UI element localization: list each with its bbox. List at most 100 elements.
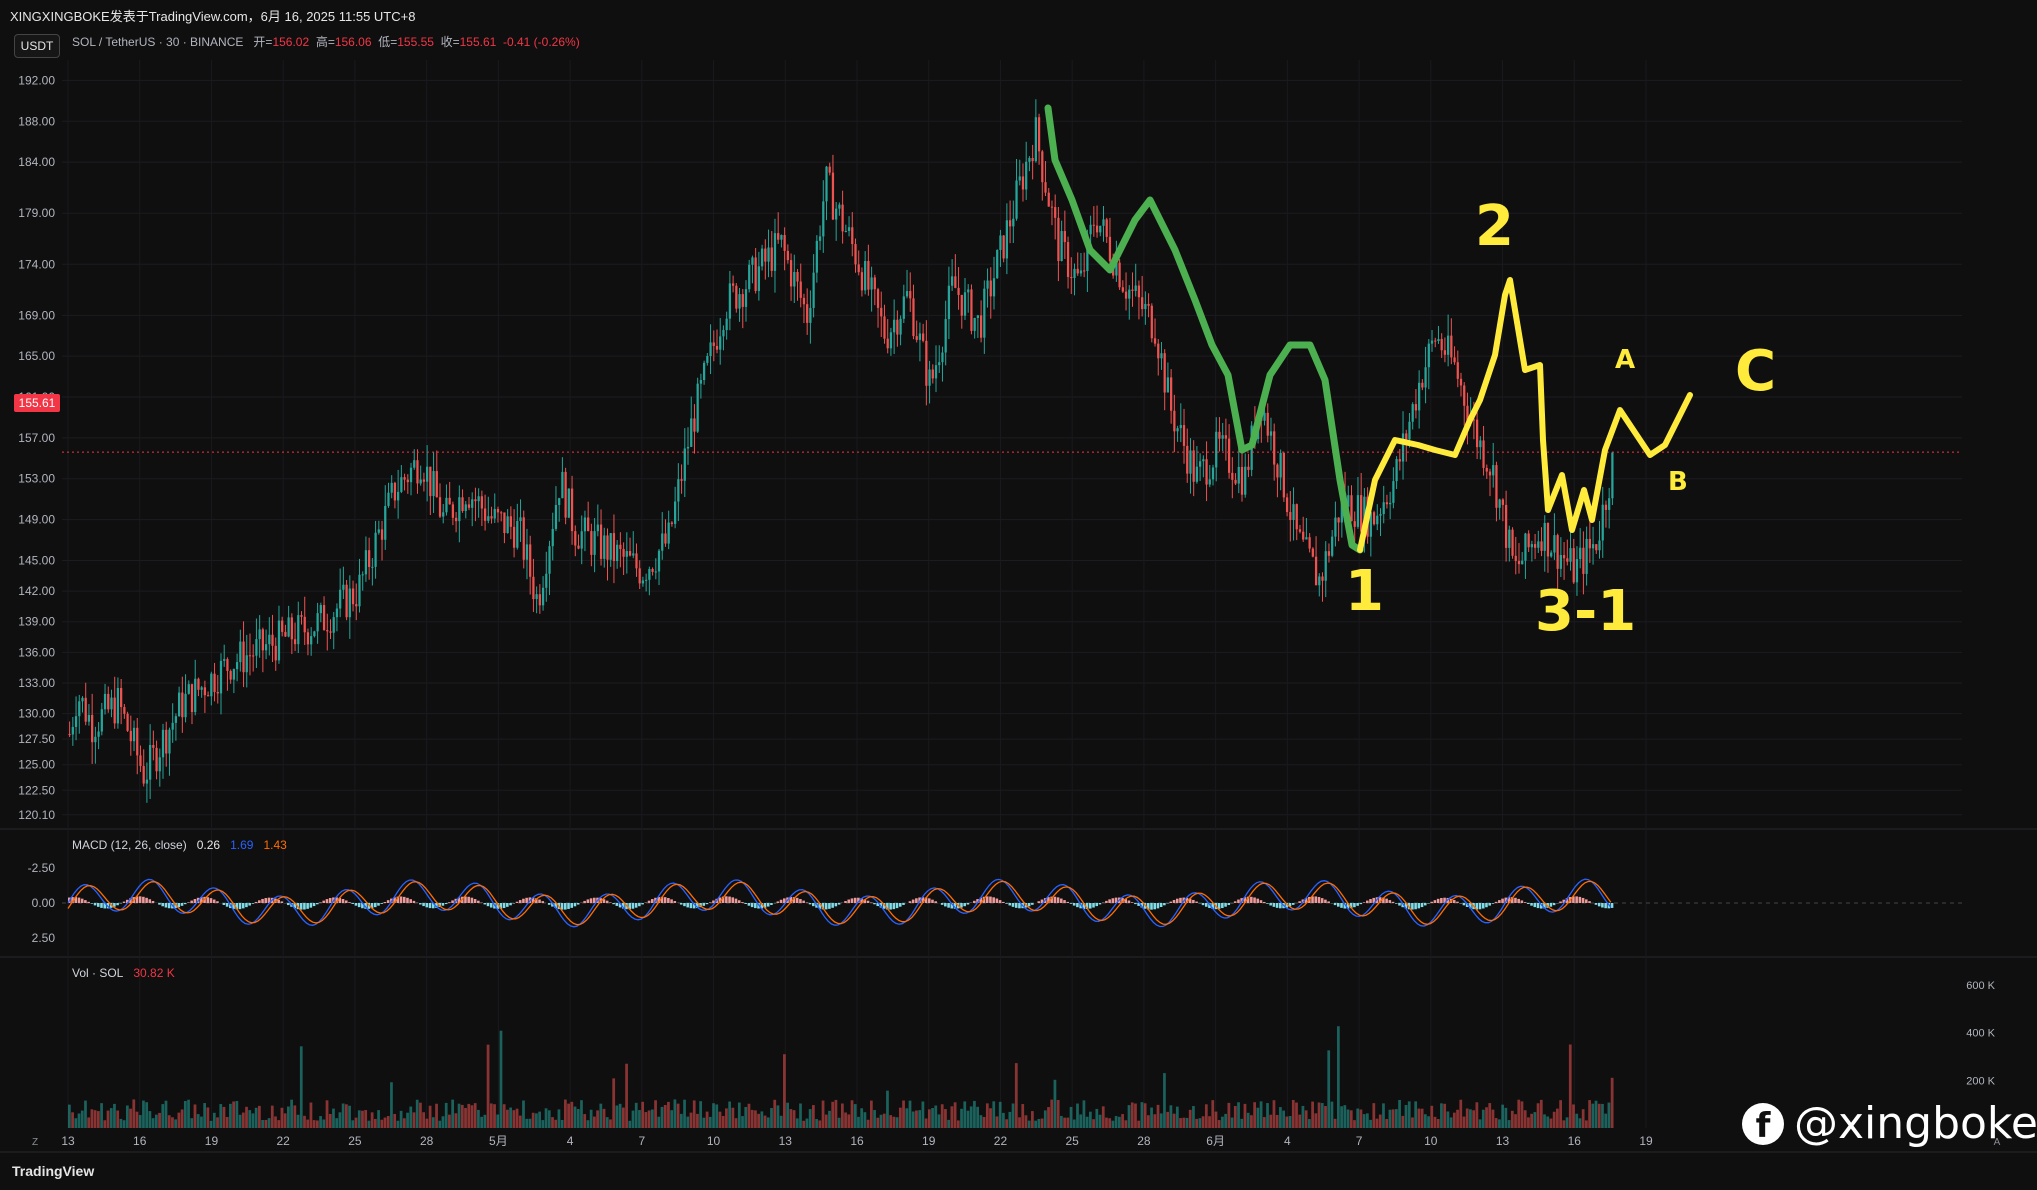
- macd-histogram-bar: [605, 900, 609, 903]
- candle-body: [970, 289, 973, 331]
- macd-histogram-bar: [683, 903, 686, 907]
- volume-bar: [1420, 1108, 1424, 1128]
- candle-body: [1076, 268, 1079, 274]
- candle-body: [1095, 225, 1099, 233]
- volume-bar: [283, 1113, 287, 1128]
- volume-bar: [763, 1115, 767, 1128]
- macd-histogram-bar: [80, 898, 84, 903]
- volume-bar: [148, 1111, 152, 1128]
- volume-bar: [773, 1099, 777, 1128]
- macd-histogram-bar: [708, 902, 712, 903]
- candle-body: [1218, 431, 1221, 439]
- candle-body: [416, 460, 419, 484]
- candle-body: [551, 528, 554, 547]
- volume-bar: [1520, 1101, 1524, 1128]
- candle-body: [777, 233, 780, 240]
- volume-bar: [531, 1112, 535, 1128]
- candle-body: [355, 604, 358, 607]
- candle-body: [712, 342, 715, 347]
- macd-histogram-bar: [254, 901, 258, 903]
- macd-histogram-bar: [1585, 899, 1588, 903]
- candle-body: [142, 766, 145, 784]
- volume-bar: [1076, 1103, 1079, 1128]
- candle-body: [616, 544, 619, 562]
- macd-histogram-bar: [1037, 901, 1041, 903]
- candle-body: [1266, 412, 1269, 436]
- volume-bar: [863, 1112, 867, 1128]
- volume-bar: [1337, 1026, 1340, 1128]
- price-axis-tick: 127.50: [18, 732, 55, 746]
- volume-legend: Vol · SOL 30.82 K: [72, 966, 175, 980]
- macd-histogram-bar: [1494, 901, 1498, 903]
- time-axis-tick: 25: [1066, 1134, 1080, 1148]
- macd-histogram-bar: [190, 900, 193, 903]
- candle-body: [1121, 287, 1124, 292]
- volume-bar: [973, 1100, 976, 1128]
- volume-bar: [409, 1106, 413, 1128]
- volume-bar: [911, 1111, 915, 1128]
- candle-body: [509, 516, 512, 527]
- candle-body: [1012, 218, 1015, 227]
- time-axis-tick: 13: [1496, 1134, 1510, 1148]
- volume-bar: [1523, 1110, 1527, 1128]
- volume-bar: [592, 1116, 596, 1128]
- macd-histogram-bar: [1253, 897, 1256, 903]
- macd-histogram-bar: [795, 897, 799, 903]
- volume-bar: [689, 1112, 693, 1128]
- candle-body: [561, 471, 564, 499]
- candle-body: [1372, 512, 1376, 525]
- volume-label[interactable]: Vol · SOL: [72, 966, 123, 980]
- candle-body: [963, 292, 967, 316]
- candle-body: [835, 208, 838, 220]
- volume-bar: [644, 1112, 648, 1128]
- candle-body: [419, 479, 422, 484]
- macd-histogram-bar: [1272, 903, 1276, 907]
- candle-body: [1533, 544, 1537, 548]
- macd-histogram-bar: [1256, 898, 1260, 903]
- volume-bar: [1240, 1118, 1244, 1128]
- candle-body: [84, 697, 87, 722]
- macd-label[interactable]: MACD (12, 26, close): [72, 838, 187, 852]
- tradingview-logo[interactable]: TradingView: [12, 1163, 94, 1179]
- volume-bar: [1237, 1102, 1240, 1128]
- volume-bar: [506, 1109, 509, 1128]
- volume-bar: [1227, 1102, 1231, 1128]
- volume-bar: [989, 1108, 992, 1128]
- macd-histogram-bar: [908, 901, 912, 903]
- candle-body: [789, 260, 793, 287]
- macd-histogram-bar: [100, 903, 103, 908]
- macd-histogram-bar: [1269, 903, 1272, 906]
- volume-bar: [1269, 1114, 1273, 1128]
- candle-body: [1276, 464, 1279, 478]
- volume-bar: [1604, 1113, 1608, 1128]
- volume-bar: [477, 1109, 480, 1128]
- price-axis-tick: 184.00: [18, 155, 55, 169]
- candle-body: [1543, 522, 1546, 551]
- macd-axis-tick: -2.50: [28, 861, 56, 875]
- volume-bar: [544, 1108, 548, 1128]
- candle-body: [454, 517, 458, 522]
- candle-body: [1376, 515, 1379, 525]
- volume-bar: [1111, 1120, 1115, 1128]
- macd-histogram-bar: [1250, 896, 1253, 903]
- macd-histogram-bar: [1066, 901, 1070, 903]
- volume-bar: [235, 1100, 239, 1128]
- volume-bar: [1172, 1113, 1176, 1128]
- price-chart-canvas[interactable]: 192.00 188.00 184.00 179.00 174.00 169.00 165.…: [0, 0, 2037, 1190]
- candle-body: [1089, 224, 1092, 235]
- candle-body: [635, 553, 638, 569]
- candle-body: [281, 620, 284, 632]
- volume-bar: [1050, 1099, 1054, 1128]
- volume-bar: [1452, 1112, 1456, 1128]
- candle-body: [754, 257, 757, 291]
- volume-bar: [1588, 1100, 1591, 1128]
- macd-histogram-bar: [573, 903, 577, 907]
- time-axis-tick: 4: [1284, 1134, 1291, 1148]
- candle-body: [1295, 504, 1298, 530]
- volume-bar: [1475, 1102, 1479, 1128]
- candle-body: [1005, 220, 1009, 259]
- macd-histogram-bar: [744, 903, 747, 904]
- volume-bar: [1578, 1118, 1582, 1128]
- volume-bar: [805, 1118, 809, 1128]
- candle-body: [1173, 410, 1176, 432]
